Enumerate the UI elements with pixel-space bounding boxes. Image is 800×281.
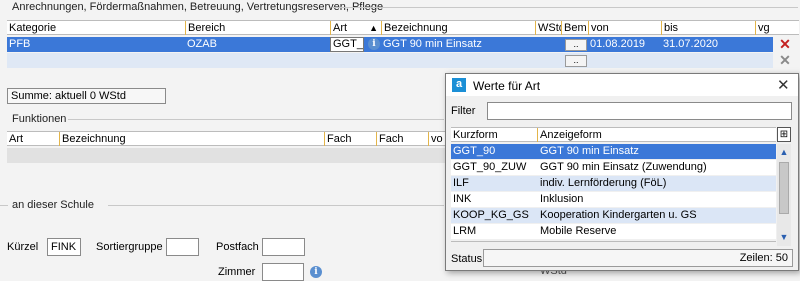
dialog-titlebar[interactable]: a Werte für Art ✕ [446,74,798,96]
row-kurz: LRM [453,225,477,237]
art-input[interactable]: GGT_9 [330,37,364,52]
row-anzeige: Inklusion [540,193,584,205]
row-anzeige: indiv. Lernförderung (FöL) [540,177,667,189]
close-icon[interactable]: ✕ [777,76,790,94]
status-bar: Zeilen: 50 [483,249,793,267]
app-logo-icon: a [452,78,466,92]
col-wstd[interactable]: WStd [535,21,561,35]
col-art[interactable]: Art ▲ [330,21,381,35]
bem-button[interactable]: .. [565,39,587,51]
fcol-fach2[interactable]: Fach [376,132,428,146]
scroll-up-icon[interactable]: ▲ [778,147,790,157]
info-icon[interactable]: i [310,266,322,278]
list-item[interactable]: INK Inklusion [451,192,776,207]
sortiergruppe-input[interactable] [166,238,199,256]
row-kurz: GGT_90_ZUW [453,161,527,173]
cell-von: 01.08.2019 [590,38,646,50]
scroll-down-icon[interactable]: ▼ [778,232,790,242]
kuerzel-input[interactable]: FINK [47,238,81,256]
col-von[interactable]: von [588,21,661,35]
scroll-thumb[interactable] [779,162,789,214]
col-anzeigeform[interactable]: Anzeigeform [537,128,776,142]
row-kurz: ILF [453,177,469,189]
row-anzeige: GGT 90 min Einsatz (Zuwendung) [540,161,707,173]
row-anzeige: Mobile Reserve [540,225,617,237]
cell-bis: 31.07.2020 [663,38,719,50]
funktionen-title: Funktionen [12,113,67,125]
table-row-empty[interactable] [7,53,773,68]
zeilen-count: Zeilen: 50 [739,252,788,264]
row-anzeige: Kooperation Kindergarten u. GS [540,209,697,221]
cell-bezeichnung: GGT 90 min Einsatz [383,38,482,50]
column-chooser-icon[interactable]: ⊞ [777,127,791,142]
sort-asc-icon: ▲ [369,23,378,33]
list-item[interactable]: KOOP_KG_GS Kooperation Kindergarten u. G… [451,208,776,223]
postfach-input[interactable] [262,238,305,256]
col-vg[interactable]: vg [755,21,775,35]
schule-divider [108,205,444,206]
row-kurz: GGT_90 [453,145,496,157]
info-icon[interactable]: i [368,38,380,50]
zimmer-input[interactable] [262,263,304,281]
werte-dialog[interactable]: a Werte für Art ✕ Filter Kurzform Anzeig… [445,73,799,271]
delete-row-icon[interactable]: ✕ [778,53,792,67]
filter-label: Filter [451,105,476,117]
table-row[interactable]: PFB OZAB GGT_9 i GGT 90 min Einsatz 01.0… [7,37,773,52]
filter-input[interactable] [487,102,792,120]
col-kurzform[interactable]: Kurzform [451,128,537,142]
sortiergruppe-label: Sortiergruppe [96,241,163,253]
anrechnungen-title: Anrechnungen, Fördermaßnahmen, Betreuung… [12,1,384,13]
dialog-title: Werte für Art [473,79,541,93]
cell-bereich: OZAB [187,38,217,50]
summe-box: Summe: aktuell 0 WStd [7,88,166,104]
funktionen-grid-header: Art Bezeichnung Fach Fach vo [7,131,447,146]
row-anzeige: GGT 90 min Einsatz [540,145,639,157]
dialog-table-header: Kurzform Anzeigeform [451,127,776,142]
col-bem[interactable]: Bem [561,21,588,35]
schule-title: an dieser Schule [12,199,94,211]
col-bis[interactable]: bis [661,21,755,35]
list-item[interactable]: GGT_90 GGT 90 min Einsatz [451,144,776,159]
kuerzel-label: Kürzel [7,241,39,253]
list-item[interactable]: ILF indiv. Lernförderung (FöL) [451,176,776,191]
row-kurz: KOOP_KG_GS [453,209,529,221]
list-item[interactable]: GGT_90_ZUW GGT 90 min Einsatz (Zuwendung… [451,160,776,175]
cell-kategorie: PFB [9,38,31,50]
funktionen-divider [68,119,444,120]
col-kategorie[interactable]: Kategorie [7,21,185,35]
fcol-bezeichnung[interactable]: Bezeichnung [59,132,324,146]
list-item[interactable]: LRM Mobile Reserve [451,224,776,239]
status-label: Status [451,253,483,265]
zimmer-label: Zimmer [218,266,256,278]
vertical-scrollbar[interactable]: ▲ ▼ [777,144,791,246]
col-art-label: Art [333,22,348,34]
schule-divider-left [0,205,8,206]
list-bottom-line [451,241,776,242]
fcol-fach1[interactable]: Fach [324,132,376,146]
col-bereich[interactable]: Bereich [185,21,330,35]
anrechnungen-grid-header: Kategorie Bereich Art▲ Bezeichnung WStd … [7,20,799,35]
funktionen-row-empty[interactable] [7,148,447,163]
anrechnungen-divider [332,7,798,8]
row-kurz: INK [453,193,472,205]
delete-row-icon[interactable]: ✕ [778,37,792,51]
postfach-label: Postfach [216,241,259,253]
fcol-art[interactable]: Art [7,132,59,146]
col-bezeichnung[interactable]: Bezeichnung [381,21,535,35]
bem-button-empty[interactable]: .. [565,55,587,67]
